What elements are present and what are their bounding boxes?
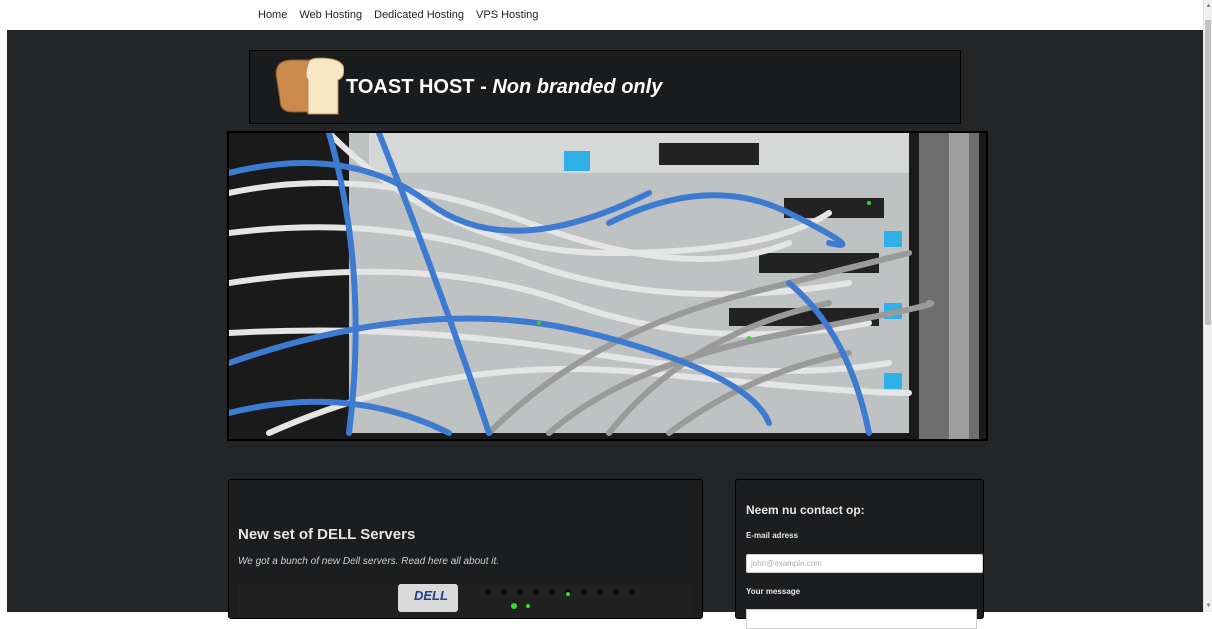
email-field[interactable] <box>746 554 983 573</box>
site-title-main: TOAST HOST - <box>346 75 493 98</box>
contact-panel: Neem nu contact op: E-mail adress Your m… <box>735 479 984 629</box>
message-field[interactable] <box>746 609 977 629</box>
post-image[interactable]: DELL <box>238 584 693 618</box>
site-header: TOAST HOST - Non branded only <box>249 50 961 124</box>
nav-dedicated-hosting[interactable]: Dedicated Hosting <box>374 9 464 21</box>
dell-server-illustration: DELL <box>238 584 693 618</box>
post-card: New set of DELL Servers We got a bunch o… <box>228 479 703 619</box>
nav-vps-hosting[interactable]: VPS Hosting <box>476 9 538 21</box>
toast-bread-icon <box>275 57 344 115</box>
message-label: Your message <box>746 587 801 596</box>
site-title: TOAST HOST - Non branded only <box>346 76 662 99</box>
nav-home[interactable]: Home <box>258 9 287 21</box>
scroll-up-icon[interactable]: ▲ <box>1204 2 1212 10</box>
page-scrollbar[interactable]: ▲ ▼ <box>1203 0 1212 612</box>
hero-image <box>227 131 988 441</box>
email-label: E-mail adress <box>746 531 799 540</box>
nav-web-hosting[interactable]: Web Hosting <box>299 9 362 21</box>
network-cables-illustration <box>229 133 986 439</box>
post-title[interactable]: New set of DELL Servers <box>238 526 415 543</box>
site-title-tagline: Non branded only <box>492 75 663 98</box>
scrollbar-thumb[interactable] <box>1205 20 1211 325</box>
top-nav: Home Web Hosting Dedicated Hosting VPS H… <box>0 0 1212 30</box>
scroll-down-icon[interactable]: ▼ <box>1204 602 1212 610</box>
dell-brand-text: DELL <box>414 588 448 603</box>
contact-heading: Neem nu contact op: <box>746 503 865 517</box>
post-excerpt: We got a bunch of new Dell servers. Read… <box>238 556 500 567</box>
